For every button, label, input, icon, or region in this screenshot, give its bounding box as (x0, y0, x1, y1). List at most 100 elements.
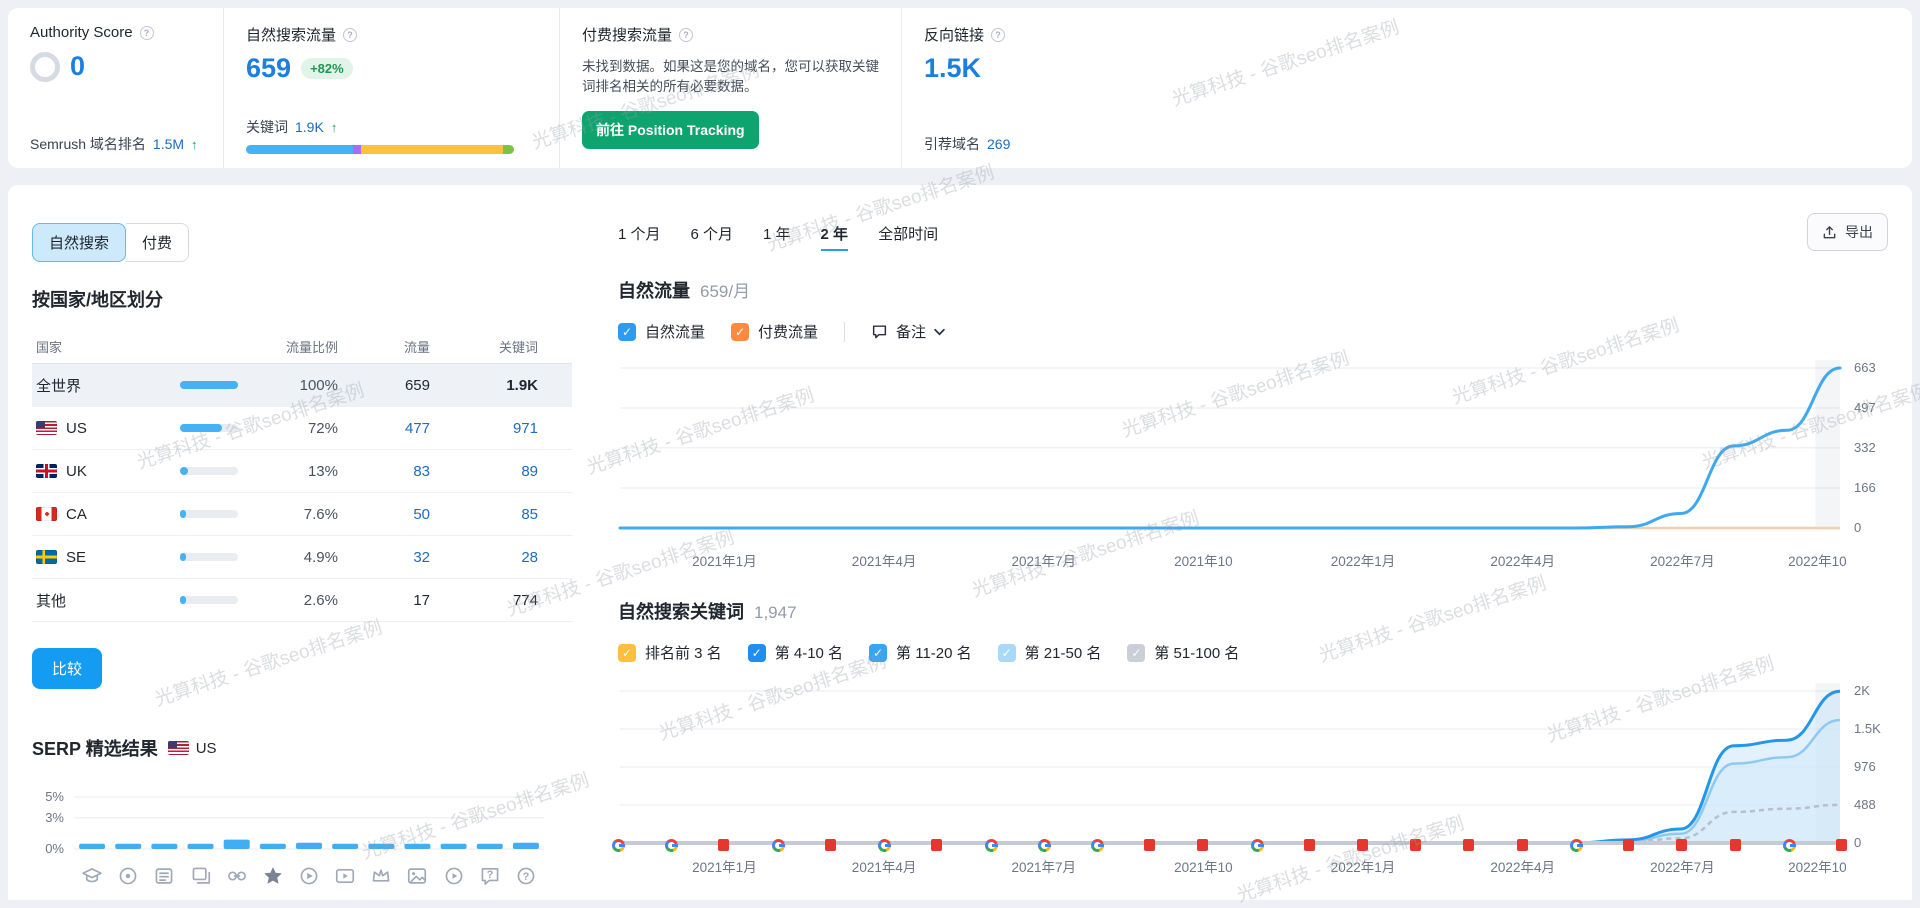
note-flag-marker[interactable] (931, 839, 942, 851)
legend-item-0[interactable]: ✓自然流量 (618, 321, 705, 342)
video-carousel-icon[interactable] (443, 865, 465, 887)
time-tab-2[interactable]: 1 年 (763, 223, 791, 251)
info-icon[interactable]: ? (343, 28, 357, 42)
country-row-r5[interactable]: 其他2.6%17774 (32, 579, 572, 622)
time-tab-0[interactable]: 1 个月 (618, 223, 661, 251)
google-update-marker[interactable] (612, 839, 625, 852)
note-flag-marker[interactable] (825, 839, 836, 851)
domain-rank-value[interactable]: 1.5M (153, 136, 184, 152)
checkbox-checked-icon[interactable]: ✓ (1127, 644, 1145, 662)
people-also-ask-icon[interactable]: ? (515, 865, 537, 887)
x-axis-tick: 2022年7月 (1650, 856, 1715, 876)
traffic-value[interactable]: 83 (338, 463, 430, 480)
images-icon[interactable] (190, 865, 212, 887)
info-icon[interactable]: ? (679, 28, 693, 42)
organic-traffic-chart: 6634973321660 (618, 356, 1888, 546)
notes-toggle[interactable]: 备注 (871, 321, 945, 342)
checkbox-checked-icon[interactable]: ✓ (748, 644, 766, 662)
traffic-value[interactable]: 477 (338, 420, 430, 437)
video-icon[interactable] (298, 865, 320, 887)
google-update-marker[interactable] (1251, 839, 1264, 852)
info-icon[interactable]: ? (991, 28, 1005, 42)
note-flag-marker[interactable] (718, 839, 729, 851)
legend-item-2[interactable]: ✓第 11-20 名 (869, 642, 972, 663)
red-flag-icon (1357, 839, 1368, 851)
checkbox-checked-icon[interactable]: ✓ (618, 644, 636, 662)
compare-button[interactable]: 比较 (32, 648, 102, 689)
traffic-share-value: 72% (264, 420, 338, 437)
top-stories-icon[interactable] (370, 865, 392, 887)
image-pack-icon[interactable] (406, 865, 428, 887)
checkbox-checked-icon[interactable]: ✓ (731, 323, 749, 341)
keywords-value[interactable]: 28 (430, 549, 538, 566)
countries-table-header: 国家流量比例流量关键词 (32, 330, 572, 364)
legend-item-1[interactable]: ✓付费流量 (731, 321, 818, 342)
country-row-us[interactable]: US 72%477971 (32, 407, 572, 450)
note-flag-marker[interactable] (1304, 839, 1315, 851)
backlinks-value[interactable]: 1.5K (924, 53, 981, 84)
local-pack-icon[interactable] (117, 865, 139, 887)
checkbox-checked-icon[interactable]: ✓ (998, 644, 1016, 662)
country-row-ca[interactable]: CA7.6%5085 (32, 493, 572, 536)
sitelinks-icon[interactable] (226, 865, 248, 887)
note-flag-marker[interactable] (1730, 839, 1741, 851)
note-flag-marker[interactable] (1463, 839, 1474, 851)
google-update-marker[interactable] (1570, 839, 1583, 852)
traffic-value[interactable]: 32 (338, 549, 430, 566)
organic-traffic-line-chart[interactable] (618, 356, 1842, 546)
google-update-marker[interactable] (1038, 839, 1051, 852)
position-tracking-button[interactable]: 前往 Position Tracking (582, 111, 759, 149)
news-icon[interactable] (153, 865, 175, 887)
time-tab-3[interactable]: 2 年 (821, 223, 849, 251)
education-icon[interactable] (81, 865, 103, 887)
google-update-marker[interactable] (1783, 839, 1796, 852)
info-icon[interactable]: ? (140, 26, 154, 40)
legend-item-0[interactable]: ✓排名前 3 名 (618, 642, 722, 663)
country-label: US (66, 420, 87, 437)
reviews-icon[interactable] (262, 865, 284, 887)
keywords-value[interactable]: 971 (430, 420, 538, 437)
y-axis-tick: 663 (1854, 360, 1876, 375)
google-update-marker[interactable] (1091, 839, 1104, 852)
red-flag-icon (1623, 839, 1634, 851)
time-tab-4[interactable]: 全部时间 (878, 223, 938, 251)
organic-keywords-area-chart[interactable] (618, 677, 1842, 852)
ref-domains-value[interactable]: 269 (987, 136, 1010, 152)
google-update-marker[interactable] (772, 839, 785, 852)
note-flag-marker[interactable] (1676, 839, 1687, 851)
google-update-marker[interactable] (665, 839, 678, 852)
traffic-source-tab-paid[interactable]: 付费 (126, 223, 189, 262)
export-button[interactable]: 导出 (1807, 213, 1888, 251)
note-flag-marker[interactable] (1357, 839, 1368, 851)
note-flag-marker[interactable] (1197, 839, 1208, 851)
country-row-r0[interactable]: 全世界100%6591.9K (32, 364, 572, 407)
traffic-value[interactable]: 50 (338, 506, 430, 523)
note-flag-marker[interactable] (1517, 839, 1528, 851)
keyword-bar-segment-purple (353, 145, 361, 154)
time-tab-1[interactable]: 6 个月 (691, 223, 734, 251)
column-header-keywords[interactable]: 关键词 (430, 337, 538, 356)
faq-icon[interactable]: ? (479, 865, 501, 887)
country-name: 全世界 (32, 375, 180, 396)
country-row-uk[interactable]: UK13%8389 (32, 450, 572, 493)
google-update-marker[interactable] (878, 839, 891, 852)
paid-traffic-panel: 付费搜索流量 ? 未找到数据。如果这是您的域名，您可以获取关键词排名相关的所有必… (560, 8, 902, 168)
note-flag-marker[interactable] (1144, 839, 1155, 851)
note-flag-marker[interactable] (1623, 839, 1634, 851)
google-logo-icon (1091, 839, 1104, 852)
featured-video-icon[interactable] (334, 865, 356, 887)
column-header-traffic[interactable]: 流量 (338, 337, 430, 356)
x-axis-tick: 2021年4月 (852, 550, 917, 570)
country-row-se[interactable]: SE4.9%3228 (32, 536, 572, 579)
traffic-source-tab-organic[interactable]: 自然搜索 (32, 223, 126, 262)
checkbox-checked-icon[interactable]: ✓ (869, 644, 887, 662)
keywords-value[interactable]: 85 (430, 506, 538, 523)
legend-item-1[interactable]: ✓第 4-10 名 (748, 642, 843, 663)
checkbox-checked-icon[interactable]: ✓ (618, 323, 636, 341)
legend-item-4[interactable]: ✓第 51-100 名 (1127, 642, 1239, 663)
google-update-marker[interactable] (985, 839, 998, 852)
keywords-value[interactable]: 89 (430, 463, 538, 480)
legend-item-3[interactable]: ✓第 21-50 名 (998, 642, 1102, 663)
keywords-value[interactable]: 1.9K (295, 119, 324, 135)
note-flag-marker[interactable] (1410, 839, 1421, 851)
